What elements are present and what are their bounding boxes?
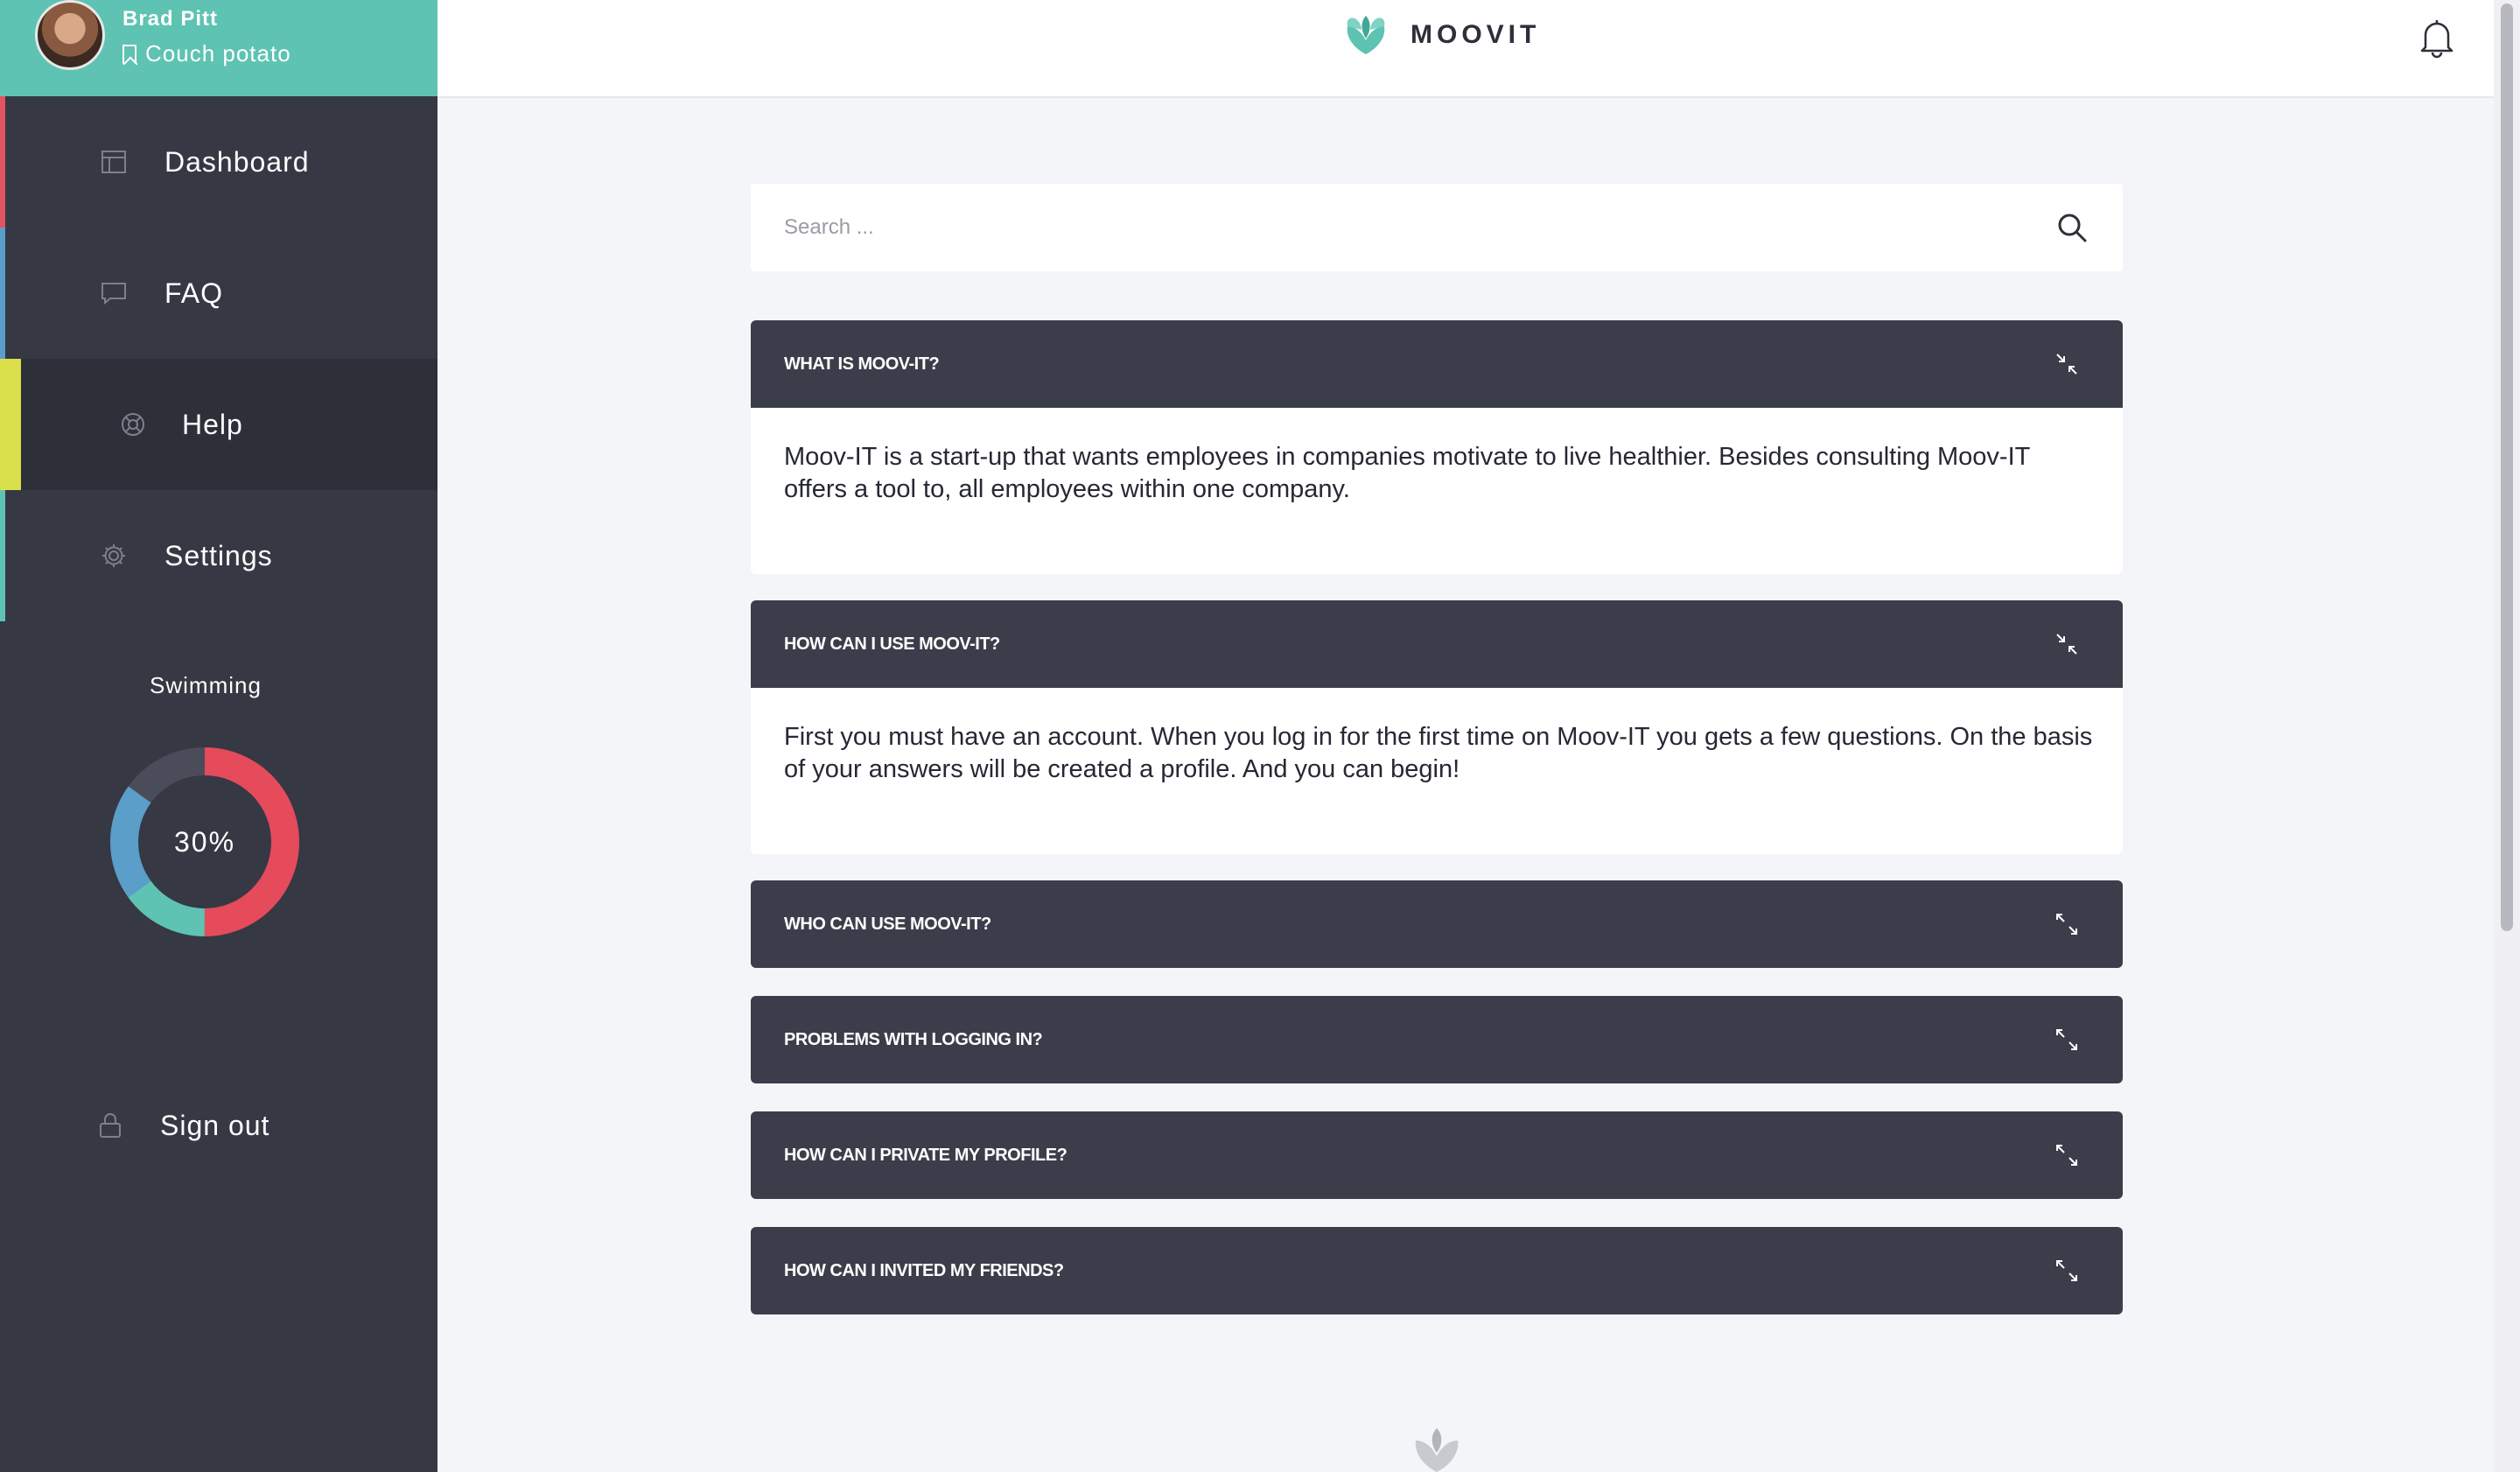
sidebar: Brad Pitt Couch potato Dashboard FAQ Hel…: [0, 0, 438, 1472]
nav-accent-bar: [0, 359, 21, 490]
activity-progress-value: 30%: [173, 826, 236, 858]
faq-question: HOW CAN I INVITED MY FRIENDS?: [784, 1261, 1064, 1280]
collapse-icon[interactable]: [2054, 352, 2079, 376]
expand-icon[interactable]: [2054, 1143, 2079, 1167]
faq-answer: First you must have an account. When you…: [784, 723, 2093, 783]
faq-question: PROBLEMS WITH LOGGING IN?: [784, 1030, 1043, 1049]
user-profile[interactable]: Brad Pitt Couch potato: [0, 0, 438, 96]
faq-question: HOW CAN I PRIVATE MY PROFILE?: [784, 1146, 1068, 1165]
footer-logo-icon: [1415, 1428, 1459, 1472]
faq-item-what-is-moovit[interactable]: WHAT IS MOOV-IT?: [751, 320, 2123, 408]
activity-label: Swimming: [150, 672, 262, 698]
top-header: MOOVIT: [438, 0, 2494, 98]
search-bar: [751, 184, 2123, 271]
faq-answer-panel: Moov-IT is a start-up that wants employe…: [751, 408, 2123, 574]
user-name: Brad Pitt: [122, 7, 219, 31]
sidebar-item-label: FAQ: [164, 277, 224, 309]
search-input[interactable]: [784, 184, 2009, 271]
sidebar-item-label: Dashboard: [164, 145, 310, 178]
search-icon[interactable]: [2054, 210, 2090, 245]
sidebar-item-label: Help: [182, 408, 243, 440]
bell-icon[interactable]: [2415, 16, 2459, 60]
chat-icon: [102, 283, 126, 305]
moovit-logo-icon: [1347, 16, 1385, 54]
sidebar-item-label: Settings: [164, 539, 273, 571]
gear-icon: [102, 544, 125, 567]
page-scrollbar[interactable]: [2494, 0, 2520, 1472]
faq-question: WHAT IS MOOV-IT?: [784, 354, 940, 374]
dashboard-icon: [102, 151, 126, 173]
user-status: Couch potato: [122, 40, 291, 67]
brand-name: MOOVIT: [1410, 20, 1541, 49]
user-status-label: Couch potato: [145, 40, 291, 67]
faq-question: HOW CAN I USE MOOV-IT?: [784, 634, 1000, 654]
faq-item-how-use[interactable]: HOW CAN I USE MOOV-IT?: [751, 600, 2123, 688]
bookmark-icon: [122, 44, 136, 64]
lifebuoy-icon: [122, 413, 144, 436]
faq-item-logging-in[interactable]: PROBLEMS WITH LOGGING IN?: [751, 996, 2123, 1083]
faq-answer: Moov-IT is a start-up that wants employe…: [784, 443, 2030, 503]
brand[interactable]: MOOVIT: [1344, 14, 1540, 56]
collapse-icon[interactable]: [2054, 632, 2079, 656]
faq-question: WHO CAN USE MOOV-IT?: [784, 915, 991, 934]
expand-icon[interactable]: [2054, 912, 2079, 936]
avatar[interactable]: [35, 0, 105, 70]
nav-accent-bar: [0, 228, 5, 359]
sidebar-item-dashboard[interactable]: Dashboard: [0, 96, 438, 228]
lock-icon: [100, 1113, 121, 1138]
expand-icon[interactable]: [2054, 1258, 2079, 1283]
sign-out-button[interactable]: Sign out: [0, 1082, 438, 1169]
nav-accent-bar: [0, 96, 5, 228]
sidebar-item-faq[interactable]: FAQ: [0, 228, 438, 359]
faq-item-invite-friends[interactable]: HOW CAN I INVITED MY FRIENDS?: [751, 1227, 2123, 1314]
sign-out-label: Sign out: [160, 1109, 270, 1141]
faq-item-private-profile[interactable]: HOW CAN I PRIVATE MY PROFILE?: [751, 1111, 2123, 1199]
nav-accent-bar: [0, 490, 5, 621]
expand-icon[interactable]: [2054, 1027, 2079, 1052]
faq-item-who-can-use[interactable]: WHO CAN USE MOOV-IT?: [751, 880, 2123, 968]
sidebar-item-help[interactable]: Help: [0, 359, 438, 490]
faq-answer-panel: First you must have an account. When you…: [751, 688, 2123, 854]
scrollbar-thumb[interactable]: [2501, 4, 2513, 931]
sidebar-item-settings[interactable]: Settings: [0, 490, 438, 621]
